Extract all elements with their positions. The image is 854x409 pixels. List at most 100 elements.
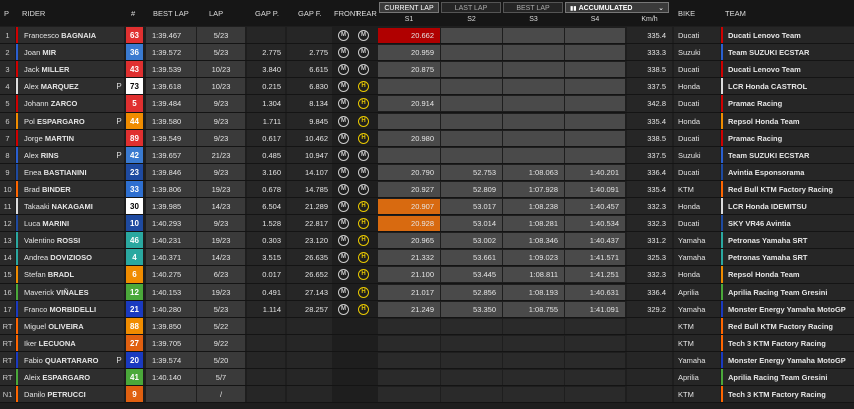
sector-2-time: [441, 79, 502, 95]
best-lap-time: 1:40.153: [146, 283, 196, 301]
bike-manufacturer: Suzuki: [674, 146, 720, 164]
rider-last-name: OLIVEIRA: [48, 321, 84, 331]
rider-first-name: Luca: [24, 219, 41, 229]
gap-first: [287, 27, 332, 44]
rear-tyre: H: [358, 113, 370, 130]
lap-count: 9/23: [197, 129, 245, 147]
header-best-lap: BEST LAP: [153, 9, 189, 18]
sector-4-time: 1:40.534: [565, 216, 625, 232]
table-row[interactable]: 7 Jorge MARTIN 89 1:39.549 9/23 0.617 10.462 M H…: [0, 129, 854, 147]
rider-first-name: Francesco: [24, 31, 60, 40]
accumulated-dropdown[interactable]: ▮▮ ACCUMULATED ⌄: [565, 2, 669, 13]
table-row[interactable]: 9 Enea BASTIANINI 23 1:39.846 9/23 3.160 14.10…: [0, 163, 854, 181]
tab-current-lap[interactable]: CURRENT LAP: [379, 2, 439, 13]
rider-first-name: Brad: [24, 184, 40, 194]
rider-name: Iker LECUONA: [16, 334, 124, 352]
table-row[interactable]: N1 Danilo PETRUCCI 9/KTM Tech 3 KTM Factory…: [0, 386, 854, 404]
top-speed: 335.4: [627, 27, 672, 44]
sector-4-time: [565, 79, 625, 95]
hard-tyre-icon: H: [358, 286, 369, 298]
rear-tyre: H: [358, 232, 370, 249]
front-tyre: M: [338, 78, 350, 95]
gap-previous: 0.215: [247, 78, 285, 96]
gap-first: 21.289: [287, 198, 332, 215]
header-num: #: [131, 9, 136, 18]
table-row[interactable]: 16 Maverick VIÑALES 12 1:40.153 19/23 0.491 27…: [0, 283, 854, 301]
hard-tyre-icon: H: [358, 132, 369, 144]
medium-tyre-icon: M: [358, 183, 369, 195]
table-row[interactable]: RT Iker LECUONA 27 1:39.705 9/22 KTM Tech 3 KT…: [0, 334, 854, 352]
top-speed: 332.3: [627, 198, 672, 215]
rider-last-name: ZARCO: [50, 99, 78, 109]
table-row[interactable]: 2 Joan MIR 36 1:39.572 5/23 2.775 2.775 M M 20.95…: [0, 44, 854, 62]
sector-3-time: 1:08.281: [503, 216, 564, 232]
bike-manufacturer: Ducati: [674, 163, 720, 181]
rider-name: Alex MARQUEZ: [16, 78, 124, 96]
sector-3-time: 1:08.238: [503, 199, 564, 214]
rider-number: 88: [126, 317, 143, 335]
position: RT: [0, 317, 15, 335]
team-name: Repsol Honda Team: [721, 266, 854, 284]
rider-first-name: Aleix: [24, 373, 41, 382]
table-row[interactable]: 12 Luca MARINI 10 1:40.293 9/23 1.528 22.817 M H…: [0, 215, 854, 233]
table-row[interactable]: 6 Pol ESPARGARO P 44 1:39.580 9/23 1.711 9.845 M…: [0, 112, 854, 130]
sector-2-time: 53.017: [441, 199, 502, 214]
top-speed: 337.5: [627, 146, 672, 164]
bike-manufacturer: Aprilia: [674, 283, 720, 301]
table-row[interactable]: RT Miguel OLIVEIRA 88 1:39.850 5/22 KTM Red Bu…: [0, 317, 854, 335]
position: 13: [0, 232, 15, 250]
gap-previous: 3.840: [247, 61, 285, 79]
rider-name: Fabio QUARTARARO: [16, 351, 124, 369]
table-row[interactable]: 10 Brad BINDER 33 1:39.806 19/23 0.678 14.785 M…: [0, 180, 854, 198]
gap-first: [287, 334, 332, 352]
rider-last-name: LECUONA: [38, 338, 76, 348]
front-tyre: M: [338, 147, 350, 164]
table-row[interactable]: 3 Jack MILLER 43 1:39.539 10/23 3.840 6.615 M M 2…: [0, 61, 854, 79]
table-row[interactable]: 1 Francesco BAGNAIA 63 1:39.467 5/23 M M 20.662…: [0, 27, 854, 44]
gap-previous: 0.678: [247, 180, 285, 198]
front-tyre: M: [338, 164, 350, 181]
top-speed: [627, 334, 672, 352]
table-row[interactable]: 8 Alex RINS P 42 1:39.657 21/23 0.485 10.947 M M 3…: [0, 146, 854, 164]
position: 8: [0, 146, 15, 164]
lap-count: 5/20: [197, 351, 245, 369]
table-row[interactable]: 13 Valentino ROSSI 46 1:40.231 19/23 0.303 23.…: [0, 232, 854, 250]
table-row[interactable]: 11 Takaaki NAKAGAMI 30 1:39.985 14/23 6.504 21…: [0, 198, 854, 215]
rider-number: 36: [126, 44, 143, 62]
lap-count: 10/23: [197, 61, 245, 79]
pit-flag: [114, 386, 124, 403]
tab-last-lap[interactable]: LAST LAP: [441, 2, 501, 13]
table-row[interactable]: 4 Alex MARQUEZ P 73 1:39.618 10/23 0.215 6.830 M…: [0, 78, 854, 96]
bike-manufacturer: Ducati: [674, 61, 720, 79]
gap-previous: 1.114: [247, 300, 285, 318]
best-lap-time: 1:39.580: [146, 112, 196, 130]
lap-count: 21/23: [197, 146, 245, 164]
table-row[interactable]: 17 Franco MORBIDELLI 21 1:40.280 5/23 1.114 28…: [0, 300, 854, 318]
table-row[interactable]: 14 Andrea DOVIZIOSO 4 1:40.371 14/23 3.515 26.…: [0, 249, 854, 267]
header-bike: BIKE: [678, 9, 696, 18]
hard-tyre-icon: H: [358, 201, 369, 212]
sector-2-time: 52.856: [441, 284, 502, 300]
rider-name: Joan MIR: [16, 44, 124, 62]
table-row[interactable]: RT Aleix ESPARGARO 41 1:40.140 5/7 Aprilia Apr…: [0, 369, 854, 386]
rider-name: Brad BINDER: [16, 180, 124, 198]
sector-4-time: [565, 147, 625, 163]
gap-previous: 1.528: [247, 215, 285, 233]
rider-name: Andrea DOVIZIOSO: [16, 249, 124, 267]
best-lap-time: 1:39.985: [146, 198, 196, 215]
sector-3-time: 1:08.755: [503, 301, 564, 317]
top-speed: 342.8: [627, 95, 672, 113]
bike-manufacturer: Yamaha: [674, 300, 720, 318]
rear-tyre: M: [358, 27, 370, 44]
sector-3-time: [503, 79, 564, 95]
table-row[interactable]: RT Fabio QUARTARARO P 20 1:39.574 5/20 Yamaha M…: [0, 351, 854, 369]
rider-name: Takaaki NAKAGAMI: [16, 198, 124, 215]
rider-name: Pol ESPARGARO: [16, 112, 124, 130]
front-tyre: M: [338, 301, 350, 318]
best-lap-time: 1:39.484: [146, 95, 196, 113]
table-row[interactable]: 15 Stefan BRADL 6 1:40.275 6/23 0.017 26.652 M H…: [0, 266, 854, 284]
front-tyre: M: [338, 95, 350, 112]
table-row[interactable]: 5 Johann ZARCO 5 1:39.484 9/23 1.304 8.134 M H 20…: [0, 95, 854, 113]
tab-best-lap[interactable]: BEST LAP: [503, 2, 563, 13]
sector-3-time: 1:09.023: [503, 250, 564, 266]
